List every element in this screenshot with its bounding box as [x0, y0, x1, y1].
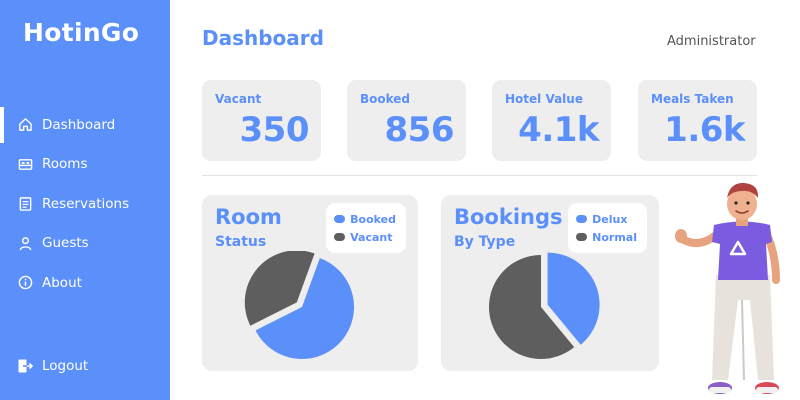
sidebar-item-dashboard[interactable]: Dashboard	[0, 105, 170, 145]
chart-legend: Booked Vacant	[326, 203, 406, 253]
stat-label: Meals Taken	[651, 92, 734, 106]
bookings-by-type-pie-chart	[489, 252, 600, 359]
sidebar-nav: Dashboard Rooms Reservations Guests Abou…	[0, 105, 170, 303]
chart-subtitle: By Type	[454, 234, 516, 250]
legend-item[interactable]: Booked	[334, 210, 396, 228]
stat-value: 1.6k	[664, 110, 745, 150]
stat-card-meals-taken: Meals Taken 1.6k	[638, 80, 757, 161]
legend-swatch	[334, 215, 346, 223]
page-title: Dashboard	[202, 26, 324, 50]
chart-title: Bookings	[454, 205, 563, 229]
stat-value: 350	[239, 110, 310, 150]
sidebar-item-label: Rooms	[42, 156, 88, 173]
legend-item[interactable]: Delux	[576, 210, 637, 228]
legend-label: Normal	[592, 230, 637, 244]
stat-label: Vacant	[215, 92, 262, 106]
sidebar-item-label: Dashboard	[42, 116, 116, 133]
room-status-pie-chart	[244, 251, 354, 359]
sidebar-item-reservations[interactable]: Reservations	[0, 184, 170, 224]
chart-legend: Delux Normal	[568, 203, 647, 253]
legend-item[interactable]: Normal	[576, 228, 637, 246]
room-status-chart-card: Room Status Booked Vacant	[202, 195, 418, 371]
legend-label: Booked	[350, 212, 396, 226]
stat-label: Booked	[360, 92, 411, 106]
stat-value: 856	[384, 110, 455, 150]
legend-label: Vacant	[350, 230, 393, 244]
sidebar-item-rooms[interactable]: Rooms	[0, 145, 170, 185]
legend-swatch	[576, 233, 588, 241]
brand-logo[interactable]: HotinGo	[23, 18, 139, 47]
character-illustration	[675, 182, 780, 394]
logout-label: Logout	[42, 358, 89, 374]
sidebar-item-label: Reservations	[42, 195, 130, 212]
bookings-by-type-chart-card: Bookings By Type Delux Normal	[441, 195, 659, 371]
logout-icon	[17, 358, 33, 374]
home-icon	[17, 117, 33, 133]
sidebar-item-guests[interactable]: Guests	[0, 224, 170, 264]
info-icon	[17, 275, 33, 291]
sidebar-item-label: Guests	[42, 235, 89, 252]
bed-icon	[17, 156, 33, 172]
divider	[202, 175, 757, 176]
user-role[interactable]: Administrator	[667, 34, 756, 49]
legend-label: Delux	[592, 212, 628, 226]
legend-swatch	[334, 233, 346, 241]
stat-card-booked: Booked 856	[347, 80, 466, 161]
legend-swatch	[576, 215, 588, 223]
sidebar-item-about[interactable]: About	[0, 263, 170, 303]
user-icon	[17, 235, 33, 251]
sidebar-item-label: About	[42, 274, 82, 291]
sidebar: HotinGo Dashboard Rooms Reservations Gue…	[0, 0, 170, 400]
stat-value: 4.1k	[518, 110, 599, 150]
stat-label: Hotel Value	[505, 92, 583, 106]
clipboard-icon	[17, 196, 33, 212]
stat-card-vacant: Vacant 350	[202, 80, 321, 161]
logout-button[interactable]: Logout	[17, 358, 88, 374]
legend-item[interactable]: Vacant	[334, 228, 396, 246]
chart-title: Room	[215, 205, 282, 229]
stat-card-hotel-value: Hotel Value 4.1k	[492, 80, 611, 161]
chart-subtitle: Status	[215, 234, 267, 250]
